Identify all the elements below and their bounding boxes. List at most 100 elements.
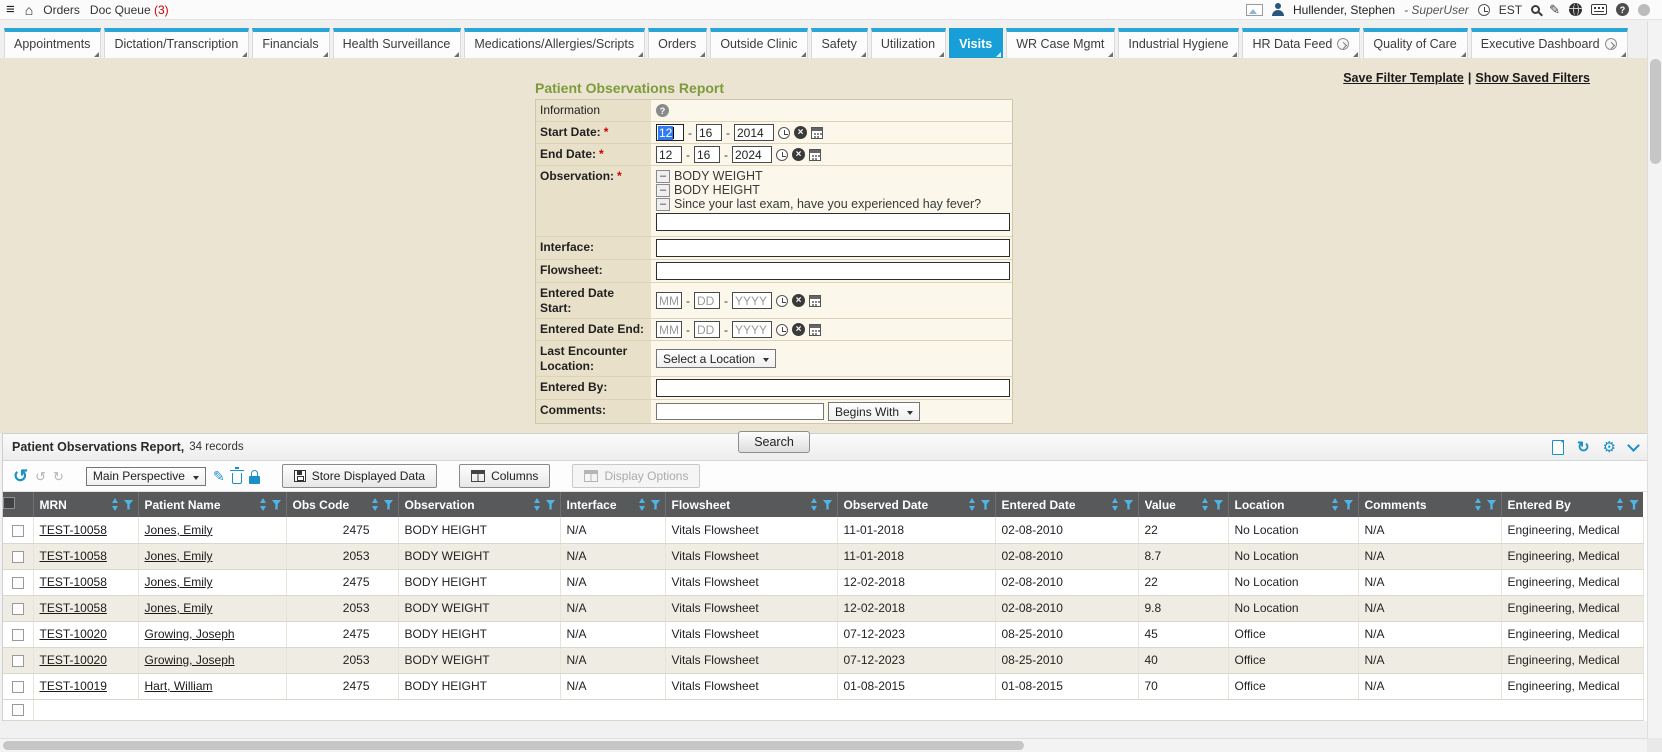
filter-icon[interactable]: [1629, 500, 1639, 510]
location-select[interactable]: Select a Location: [656, 349, 776, 368]
start-date-year-input[interactable]: [734, 124, 774, 141]
calendar-icon[interactable]: [809, 295, 821, 307]
column-header-comments[interactable]: Comments: [1358, 492, 1501, 517]
sort-icon[interactable]: [810, 498, 819, 511]
filter-icon[interactable]: [823, 500, 833, 510]
vertical-scrollbar[interactable]: [1647, 21, 1662, 738]
sort-icon[interactable]: [968, 498, 977, 511]
comments-match-select[interactable]: Begins With: [828, 402, 920, 421]
column-header-entered-date[interactable]: Entered Date: [995, 492, 1138, 517]
patient-name-link[interactable]: Hart, William: [145, 679, 213, 693]
clear-date-icon[interactable]: [792, 323, 805, 336]
filter-icon[interactable]: [1344, 500, 1354, 510]
tab-appointments[interactable]: Appointments: [4, 28, 101, 58]
mrn-link[interactable]: TEST-10058: [40, 575, 107, 589]
time-picker-icon[interactable]: [776, 149, 788, 161]
edit-perspective-icon[interactable]: [213, 469, 225, 483]
reset-grid-icon[interactable]: [13, 467, 28, 485]
comments-input[interactable]: [656, 403, 824, 420]
end-date-day-input[interactable]: [694, 146, 720, 163]
sort-icon[interactable]: [1111, 498, 1120, 511]
refresh-icon[interactable]: [1577, 440, 1590, 455]
vertical-scrollbar-thumb[interactable]: [1650, 59, 1661, 164]
start-date-month-input[interactable]: 12: [656, 124, 684, 141]
mrn-link[interactable]: TEST-10058: [40, 601, 107, 615]
calendar-icon[interactable]: [811, 127, 823, 139]
sort-icon[interactable]: [533, 498, 542, 511]
tab-financials[interactable]: Financials: [252, 28, 329, 58]
end-date-month-input[interactable]: [656, 146, 682, 163]
new-document-icon[interactable]: [1552, 440, 1564, 455]
delete-perspective-icon[interactable]: [232, 473, 242, 484]
show-saved-filters-link[interactable]: Show Saved Filters: [1475, 71, 1590, 85]
settings-gear-icon[interactable]: [1603, 440, 1616, 455]
row-checkbox[interactable]: [12, 603, 24, 615]
flowsheet-input[interactable]: [656, 262, 1010, 280]
start-date-day-input[interactable]: [696, 124, 722, 141]
column-header-entered-by[interactable]: Entered By: [1501, 492, 1643, 517]
tab-industrial-hygiene[interactable]: Industrial Hygiene: [1118, 28, 1239, 58]
columns-button[interactable]: Columns: [459, 464, 550, 488]
entered-date-end-year-input[interactable]: [732, 321, 772, 338]
entered-date-end-month-input[interactable]: [656, 321, 682, 338]
search-icon[interactable]: [1531, 5, 1540, 14]
tab-visits[interactable]: Visits: [949, 28, 1003, 58]
entered-date-end-day-input[interactable]: [694, 321, 720, 338]
column-header-observation[interactable]: Observation: [398, 492, 560, 517]
sort-icon[interactable]: [1474, 498, 1483, 511]
row-checkbox[interactable]: [12, 704, 24, 716]
mrn-link[interactable]: TEST-10058: [40, 523, 107, 537]
save-filter-template-link[interactable]: Save Filter Template: [1343, 71, 1464, 85]
row-checkbox[interactable]: [12, 655, 24, 667]
store-displayed-data-button[interactable]: Store Displayed Data: [282, 464, 437, 488]
patient-name-link[interactable]: Growing, Joseph: [145, 627, 235, 641]
row-checkbox[interactable]: [12, 681, 24, 693]
entered-date-start-month-input[interactable]: [656, 292, 682, 309]
column-header-flowsheet[interactable]: Flowsheet: [665, 492, 837, 517]
mrn-link[interactable]: TEST-10019: [40, 679, 107, 693]
search-button[interactable]: Search: [738, 431, 810, 453]
pen-icon[interactable]: ✎: [1549, 3, 1560, 16]
column-header-location[interactable]: Location: [1228, 492, 1358, 517]
doc-queue-link[interactable]: Doc Queue (3): [90, 3, 169, 17]
sort-icon[interactable]: [1331, 498, 1340, 511]
column-header-value[interactable]: Value: [1138, 492, 1228, 517]
select-all-checkbox[interactable]: [3, 497, 15, 509]
mrn-link[interactable]: TEST-10020: [40, 653, 107, 667]
sort-icon[interactable]: [111, 498, 120, 511]
patient-name-link[interactable]: Jones, Emily: [145, 601, 213, 615]
keyboard-icon[interactable]: [1591, 4, 1607, 15]
lock-perspective-icon[interactable]: [249, 476, 260, 484]
patient-name-link[interactable]: Jones, Emily: [145, 549, 213, 563]
mrn-link[interactable]: TEST-10058: [40, 549, 107, 563]
entered-date-start-day-input[interactable]: [694, 292, 720, 309]
tab-quality-of-care[interactable]: Quality of Care: [1363, 28, 1467, 58]
clear-date-icon[interactable]: [794, 126, 807, 139]
column-header-observed-date[interactable]: Observed Date: [837, 492, 995, 517]
patient-name-link[interactable]: Jones, Emily: [145, 523, 213, 537]
tab-dictation-transcription[interactable]: Dictation/Transcription: [104, 28, 249, 58]
entered-date-start-year-input[interactable]: [732, 292, 772, 309]
sort-icon[interactable]: [1616, 498, 1625, 511]
tab-outside-clinic[interactable]: Outside Clinic: [710, 28, 808, 58]
tab-health-surveillance[interactable]: Health Surveillance: [333, 28, 462, 58]
sort-icon[interactable]: [638, 498, 647, 511]
home-icon[interactable]: ⌂: [25, 3, 33, 17]
calendar-icon[interactable]: [809, 149, 821, 161]
globe-icon[interactable]: [1569, 3, 1582, 16]
column-header-patient-name[interactable]: Patient Name: [138, 492, 286, 517]
filter-icon[interactable]: [546, 500, 556, 510]
row-checkbox[interactable]: [12, 551, 24, 563]
filter-icon[interactable]: [1214, 500, 1224, 510]
patient-name-link[interactable]: Growing, Joseph: [145, 653, 235, 667]
menu-icon[interactable]: ≡: [6, 2, 15, 17]
remove-observation-button[interactable]: –: [656, 198, 670, 211]
row-checkbox[interactable]: [12, 525, 24, 537]
time-picker-icon[interactable]: [776, 324, 788, 336]
horizontal-scrollbar-thumb[interactable]: [3, 741, 1024, 750]
calendar-icon[interactable]: [809, 324, 821, 336]
end-date-year-input[interactable]: [732, 146, 772, 163]
timezone-clock-icon[interactable]: [1478, 4, 1490, 16]
tab-orders[interactable]: Orders: [648, 28, 707, 58]
remove-observation-button[interactable]: –: [656, 170, 670, 183]
